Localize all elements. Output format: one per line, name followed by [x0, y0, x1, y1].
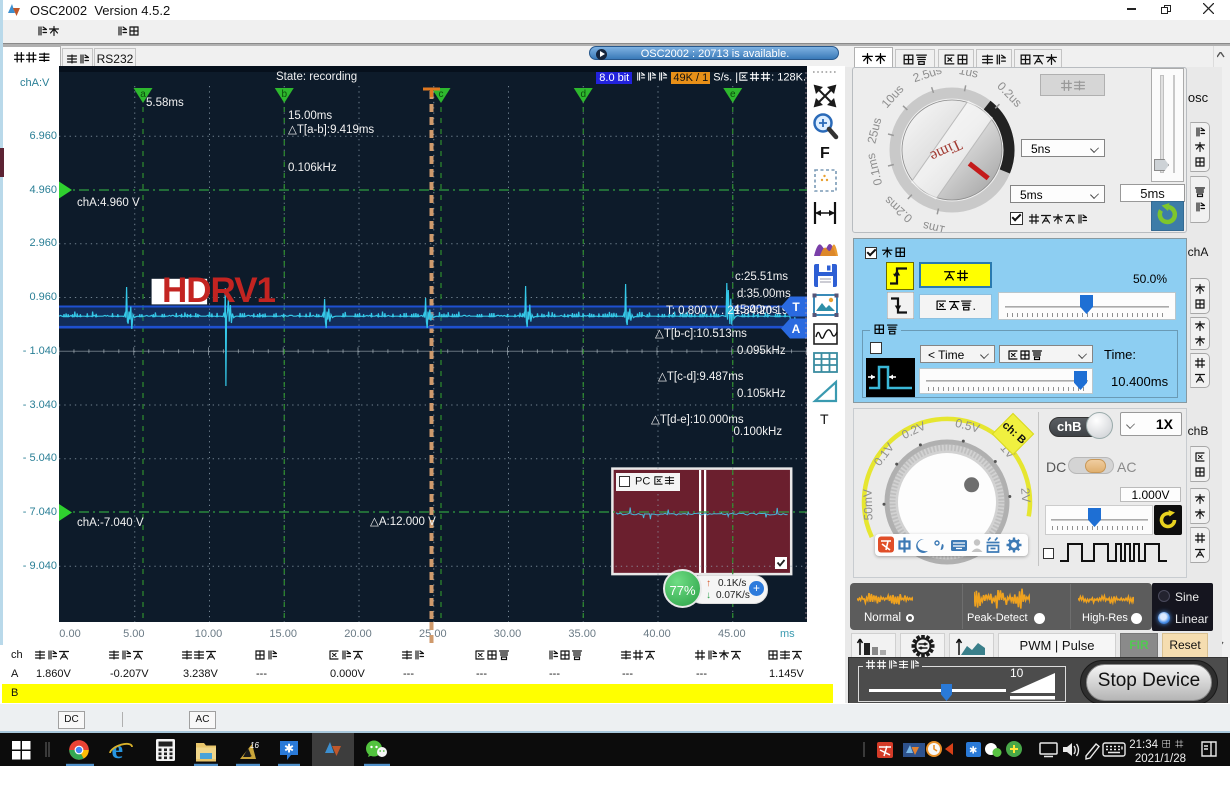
svg-text:c: c — [439, 89, 444, 100]
svg-text:△T[d-e]:10.000ms: △T[d-e]:10.000ms — [651, 414, 744, 426]
svg-text:2V: 2V — [1018, 487, 1033, 503]
svg-text:1ms: 1ms — [921, 219, 946, 232]
svg-text:45.00ms: 45.00ms — [734, 304, 778, 316]
svg-text:9: 9 — [250, 752, 254, 759]
svg-text:✱: ✱ — [969, 746, 977, 757]
svg-text:△T[b-c]:10.513ms: △T[b-c]:10.513ms — [655, 328, 747, 340]
svg-text:0.095kHz: 0.095kHz — [737, 345, 786, 357]
svg-text:2021/1/28: 2021/1/28 — [1135, 753, 1186, 765]
svg-text:d:35.00ms: d:35.00ms — [737, 288, 791, 300]
svg-text:△T[a-b]:9.419ms: △T[a-b]:9.419ms — [288, 124, 374, 136]
svg-text:5.58ms: 5.58ms — [146, 97, 184, 109]
svg-text:d: d — [580, 89, 586, 100]
svg-text:0.100kHz: 0.100kHz — [734, 426, 783, 438]
svg-text:0.2ms: 0.2ms — [882, 193, 916, 225]
svg-text:0.1ms: 0.1ms — [864, 152, 885, 187]
svg-text:2.5us: 2.5us — [911, 70, 943, 85]
svg-text:F: F — [820, 145, 830, 162]
svg-text:0.106kHz: 0.106kHz — [288, 162, 337, 174]
svg-text:A: A — [792, 322, 801, 336]
svg-text:✱: ✱ — [284, 742, 294, 756]
svg-text:15.00ms: 15.00ms — [288, 110, 332, 122]
svg-text:0.5V: 0.5V — [954, 416, 981, 436]
svg-text:△T[c-d]:9.487ms: △T[c-d]:9.487ms — [658, 371, 744, 383]
svg-text:△A:12.000 V: △A:12.000 V — [370, 516, 436, 528]
svg-text:50mV: 50mV — [860, 489, 875, 521]
svg-text:b: b — [281, 89, 287, 100]
svg-text:HDRV1: HDRV1 — [162, 271, 276, 310]
svg-text:1us: 1us — [958, 70, 980, 81]
svg-text:c:25.51ms: c:25.51ms — [735, 271, 788, 283]
svg-text:16: 16 — [250, 741, 259, 750]
svg-text:21:34: 21:34 — [1129, 739, 1158, 751]
svg-text:chA:-7.040 V: chA:-7.040 V — [77, 517, 144, 529]
svg-text:e: e — [730, 89, 736, 100]
svg-text:10us: 10us — [879, 82, 907, 111]
svg-text:T: T — [792, 300, 800, 314]
svg-text:T: T — [820, 411, 829, 427]
svg-text:chA:4.960 V: chA:4.960 V — [77, 197, 140, 209]
svg-text:25us: 25us — [864, 116, 884, 145]
svg-text:0.105kHz: 0.105kHz — [737, 388, 786, 400]
